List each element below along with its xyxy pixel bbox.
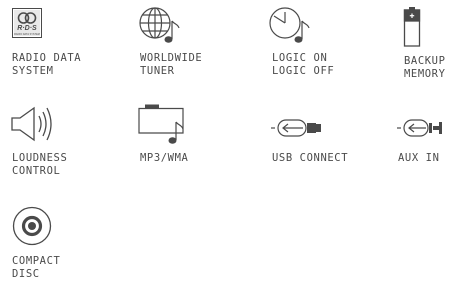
disc-icon	[12, 206, 52, 246]
feature-label: LOGIC ON LOGIC OFF	[272, 52, 335, 77]
feature-label: RADIO DATA SYSTEM	[12, 52, 82, 77]
feature-label: COMPACT DISC	[12, 255, 61, 280]
feature-label: USB CONNECT	[272, 152, 349, 164]
feature-label: AUX IN	[398, 152, 440, 164]
battery-icon	[403, 7, 421, 47]
rds-logo-icon: R·D·S RADIO DATA SYSTEM	[12, 8, 42, 38]
svg-text:RADIO DATA SYSTEM: RADIO DATA SYSTEM	[14, 33, 40, 36]
aux-jack-icon	[397, 119, 442, 137]
svg-text:R·D·S: R·D·S	[17, 25, 37, 32]
folder-note-icon	[138, 104, 184, 144]
feature-label: BACKUP MEMORY	[404, 55, 446, 80]
speaker-icon	[11, 106, 52, 142]
clock-note-icon	[269, 7, 310, 43]
globe-note-icon	[139, 7, 180, 43]
feature-label: WORLDWIDE TUNER	[140, 52, 203, 77]
feature-label: MP3/WMA	[140, 152, 189, 164]
usb-icon	[271, 119, 321, 137]
feature-label: LOUDNESS CONTROL	[12, 152, 68, 177]
